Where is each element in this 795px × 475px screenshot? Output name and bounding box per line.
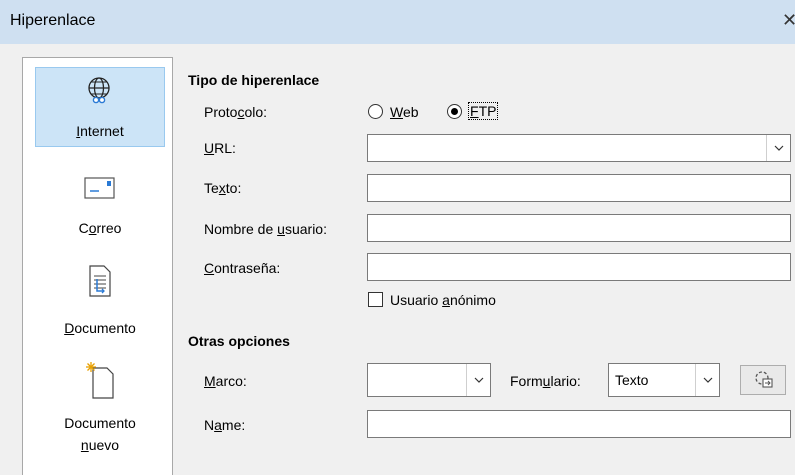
chevron-down-icon[interactable] bbox=[695, 364, 719, 396]
section-title-hyperlink-type: Tipo de hiperenlace bbox=[188, 72, 320, 88]
password-label: Contraseña: bbox=[204, 260, 281, 276]
window-title: Hiperenlace bbox=[10, 12, 96, 29]
anonymous-user-label[interactable]: Usuario anónimo bbox=[390, 292, 496, 308]
title-bar: Hiperenlace ✕ bbox=[0, 0, 795, 44]
anonymous-user-checkbox[interactable] bbox=[368, 292, 383, 307]
url-label: URL: bbox=[204, 140, 236, 156]
events-button[interactable] bbox=[740, 365, 786, 395]
username-field[interactable] bbox=[367, 214, 791, 242]
form-combobox[interactable]: Texto bbox=[608, 363, 720, 397]
url-combobox[interactable] bbox=[367, 134, 791, 162]
protocol-web-label[interactable]: Web bbox=[390, 104, 419, 120]
protocol-web-radio[interactable] bbox=[368, 104, 383, 119]
sidebar-item-label-line2: nuevo bbox=[80, 437, 120, 453]
sidebar-item-label: Documento bbox=[64, 320, 136, 336]
text-label: Texto: bbox=[204, 180, 242, 196]
form-label: Formulario: bbox=[510, 373, 581, 389]
events-icon bbox=[752, 368, 774, 393]
sidebar-item-correo[interactable]: Correo bbox=[35, 170, 165, 236]
sidebar-item-documento-nuevo[interactable]: Documento nuevo bbox=[35, 358, 165, 463]
username-label: Nombre de usuario: bbox=[204, 221, 327, 237]
form-value: Texto bbox=[615, 372, 649, 388]
sidebar-item-documento[interactable]: Documento bbox=[35, 265, 165, 336]
protocol-label: Protocolo: bbox=[204, 104, 268, 120]
sidebar-item-label: Internet bbox=[76, 123, 124, 139]
sidebar-item-label: Correo bbox=[78, 220, 122, 236]
name-field[interactable] bbox=[367, 410, 791, 438]
hyperlink-type-sidebar: Internet Correo Documento Documento nuev… bbox=[22, 57, 173, 475]
protocol-ftp-label[interactable]: FTP bbox=[468, 102, 499, 120]
sidebar-item-label: Documento bbox=[64, 415, 136, 431]
sidebar-item-internet[interactable]: Internet bbox=[35, 67, 165, 147]
mail-icon bbox=[35, 174, 165, 203]
frame-combobox[interactable] bbox=[367, 363, 491, 397]
protocol-ftp-radio[interactable] bbox=[447, 104, 462, 119]
chevron-down-icon[interactable] bbox=[766, 135, 790, 161]
frame-label: Marco: bbox=[204, 373, 247, 389]
document-icon bbox=[35, 265, 165, 300]
chevron-down-icon[interactable] bbox=[466, 364, 490, 396]
close-icon[interactable]: ✕ bbox=[782, 10, 795, 31]
section-title-other-options: Otras opciones bbox=[188, 333, 290, 349]
text-field[interactable] bbox=[367, 174, 791, 202]
globe-icon bbox=[36, 76, 164, 109]
name-label: Name: bbox=[204, 417, 246, 433]
new-document-icon bbox=[35, 360, 165, 403]
password-field[interactable] bbox=[367, 253, 791, 281]
